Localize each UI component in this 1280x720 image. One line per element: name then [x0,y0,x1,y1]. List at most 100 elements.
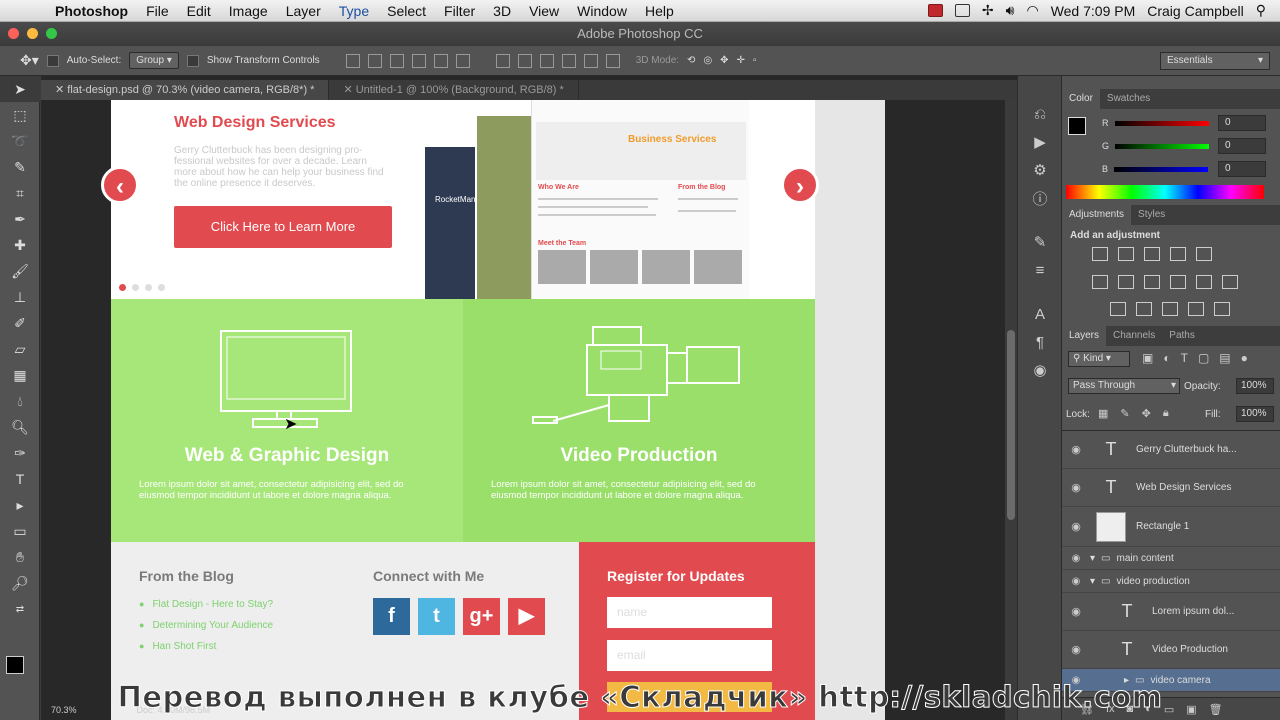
slider-dot[interactable] [132,284,139,291]
facebook-icon[interactable]: f [373,598,410,635]
menu-3d[interactable]: 3D [484,0,520,22]
email-field[interactable]: email [607,640,772,671]
info-panel-icon[interactable]: ⓘ [1018,184,1062,212]
align-vcenter-icon[interactable] [367,53,382,68]
twitter-icon[interactable]: t [418,598,455,635]
slider-next-icon[interactable]: › [781,166,819,204]
distribute-right-icon[interactable] [605,53,620,68]
align-bottom-icon[interactable] [389,53,404,68]
workspace-dropdown[interactable]: Essentials ▾ [1160,52,1270,70]
transform-controls-checkbox[interactable] [186,54,199,67]
menu-layer[interactable]: Layer [277,0,330,22]
character-panel-icon[interactable]: A [1018,300,1062,328]
menu-edit[interactable]: Edit [178,0,220,22]
close-window-button[interactable] [8,28,19,39]
user-name[interactable]: Craig Campbell [1147,3,1243,19]
distribute-left-icon[interactable] [561,53,576,68]
3d-roll-icon[interactable]: ◎ [703,55,712,66]
dodge-tool-icon[interactable]: 🔍︎ [0,414,40,440]
threshold-icon[interactable] [1162,302,1178,316]
tab-paths[interactable]: Paths [1162,326,1202,346]
visibility-eye-icon[interactable]: ◉ [1062,520,1090,533]
vibrance-icon[interactable] [1196,247,1212,261]
brush-presets-icon[interactable]: ≡ [1018,256,1062,284]
visibility-eye-icon[interactable]: ◉ [1062,643,1090,656]
lasso-tool-icon[interactable]: ➰ [0,128,40,154]
filter-adjust-icon[interactable]: ◐ [1163,351,1170,365]
foreground-color-swatch[interactable] [6,656,24,674]
expand-triangle-icon[interactable]: ▾ [1090,576,1095,587]
visibility-eye-icon[interactable]: ◉ [1062,443,1090,456]
slider-prev-icon[interactable]: ‹ [101,166,139,204]
red-slider[interactable]: R [1102,118,1209,128]
paragraph-panel-icon[interactable]: ¶ [1018,328,1062,356]
healing-tool-icon[interactable]: ✚ [0,232,40,258]
glyphs-panel-icon[interactable]: ◉ [1018,356,1062,384]
zoom-window-button[interactable] [46,28,57,39]
tab-color[interactable]: Color [1062,89,1100,109]
group-row[interactable]: ◉ ▾ ▭ video production [1062,570,1280,593]
blue-slider[interactable]: B [1102,164,1209,174]
distribute-vcenter-icon[interactable] [517,53,532,68]
black-white-icon[interactable] [1144,275,1160,289]
lock-all-icon[interactable]: 🔒︎ [1163,407,1169,420]
filter-pixel-icon[interactable]: ▣ [1142,351,1153,365]
blog-link[interactable]: Han Shot First [139,636,273,657]
tab-layers[interactable]: Layers [1062,326,1107,346]
visibility-eye-icon[interactable]: ◉ [1062,553,1090,564]
visibility-eye-icon[interactable]: ◉ [1062,605,1090,618]
blur-tool-icon[interactable]: 💧︎ [0,388,40,414]
channel-mixer-icon[interactable] [1196,275,1212,289]
eraser-tool-icon[interactable]: ▱ [0,336,40,362]
distribute-bottom-icon[interactable] [539,53,554,68]
move-tool-icon[interactable]: ➤ [0,76,40,102]
layer-row[interactable]: ◉ T Web Design Services [1062,469,1280,507]
menu-filter[interactable]: Filter [435,0,484,22]
stamp-tool-icon[interactable]: ⊥ [0,284,40,310]
brightness-icon[interactable] [1092,247,1108,261]
youtube-icon[interactable]: ▶ [508,598,545,635]
record-icon[interactable] [927,4,943,17]
layer-row[interactable]: ◉ Rectangle 1 [1062,507,1280,547]
filter-type-icon[interactable]: T [1181,351,1188,365]
marquee-tool-icon[interactable]: ⬚ [0,102,40,128]
distribute-top-icon[interactable] [495,53,510,68]
green-slider[interactable]: G [1102,141,1210,151]
blog-link[interactable]: Flat Design - Here to Stay? [139,594,273,615]
visibility-eye-icon[interactable]: ◉ [1062,481,1090,494]
close-tab-icon[interactable]: ✕ [343,84,355,96]
red-value[interactable]: 0 [1218,115,1266,131]
3d-drag-icon[interactable]: ✥ [720,55,728,66]
properties-panel-icon[interactable]: ⚙ [1018,156,1062,184]
blend-mode-dropdown[interactable]: Pass Through ▾ [1068,378,1180,394]
path-select-tool-icon[interactable]: ▸ [0,492,40,518]
lock-pixels-icon[interactable]: ✎ [1120,407,1129,420]
filter-toggle-icon[interactable]: ● [1241,351,1248,365]
menu-window[interactable]: Window [568,0,636,22]
menu-view[interactable]: View [520,0,568,22]
filter-shape-icon[interactable]: ▢ [1198,351,1209,365]
3d-scale-icon[interactable]: ▫ [753,55,757,66]
type-tool-icon[interactable]: T [0,466,40,492]
filter-smart-icon[interactable]: ▤ [1219,351,1230,365]
menu-file[interactable]: File [137,0,178,22]
clock[interactable]: Wed 7:09 PM [1051,3,1136,19]
brush-tool-icon[interactable]: 🖌︎ [0,258,40,284]
layer-filter-dropdown[interactable]: ⚲ Kind ▾ [1068,351,1130,367]
pen-tool-icon[interactable]: ✑ [0,440,40,466]
lock-position-icon[interactable]: ✥ [1142,407,1151,420]
expand-triangle-icon[interactable]: ▾ [1090,553,1095,564]
lock-transparent-icon[interactable]: ▦ [1098,407,1108,420]
name-field[interactable]: name [607,597,772,628]
green-value[interactable]: 0 [1218,138,1266,154]
tab-untitled[interactable]: ✕ Untitled-1 @ 100% (Background, RGB/8) … [329,80,579,100]
blue-value[interactable]: 0 [1218,161,1266,177]
move-tool-preset-icon[interactable]: ✥▾ [20,52,39,69]
visibility-eye-icon[interactable]: ◉ [1062,576,1090,587]
learn-more-button[interactable]: Click Here to Learn More [174,206,392,248]
gradient-tool-icon[interactable]: ▦ [0,362,40,388]
brush-panel-icon[interactable]: ✎ [1018,228,1062,256]
curves-icon[interactable] [1144,247,1160,261]
slider-dot[interactable] [119,284,126,291]
color-lookup-icon[interactable] [1222,275,1238,289]
